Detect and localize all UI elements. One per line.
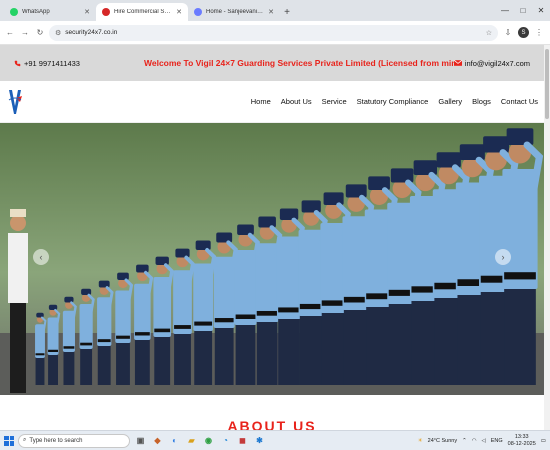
tab-whatsapp[interactable]: WhatsApp ✕: [4, 3, 96, 21]
browser-tab-strip: WhatsApp ✕ Hire Commercial Security Guar…: [0, 0, 550, 21]
notifications-icon[interactable]: ▭: [541, 438, 546, 444]
nav-service[interactable]: Service: [322, 97, 347, 106]
tab-title: Home - Sanjeevani Amrut Medi: [206, 9, 264, 15]
company-logo[interactable]: [6, 86, 24, 118]
task-view-icon[interactable]: ▣: [134, 434, 147, 447]
browser-menu-icon[interactable]: ⋮: [532, 26, 546, 40]
copilot-icon[interactable]: ◐: [168, 434, 181, 447]
tab-sanjeevani[interactable]: Home - Sanjeevani Amrut Medi ✕: [188, 3, 280, 21]
nav-gallery[interactable]: Gallery: [438, 97, 462, 106]
reload-button[interactable]: ↻: [34, 26, 46, 40]
nav-contact-us[interactable]: Contact Us: [501, 97, 538, 106]
site-info-icon[interactable]: ⚙: [55, 29, 61, 37]
tab-title: WhatsApp: [22, 9, 50, 15]
window-controls: — □ ✕: [496, 0, 550, 21]
mail-icon: [453, 60, 462, 66]
welcome-marquee: Welcome To Vigil 24×7 Guarding Services …: [144, 58, 454, 68]
whatsapp-icon: [10, 8, 18, 16]
downloads-icon[interactable]: ⇩: [501, 26, 515, 40]
nav-statutory-compliance[interactable]: Statutory Compliance: [357, 97, 429, 106]
address-bar: ← → ↻ ⚙ security24x7.co.in ☆ ⇩ S ⋮: [0, 21, 550, 45]
widgets-icon[interactable]: ◆: [151, 434, 164, 447]
search-icon: ⌕: [23, 437, 27, 443]
phone-contact[interactable]: +91 9971411433: [14, 59, 124, 68]
nav-about-us[interactable]: About Us: [281, 97, 312, 106]
chrome-icon[interactable]: ◉: [202, 434, 215, 447]
slider-next-button[interactable]: ›: [495, 249, 511, 265]
officer-figure: [8, 209, 28, 393]
page-scrollbar[interactable]: [544, 45, 550, 430]
system-tray: ☀ 24°C Sunny ⌃ ◠ ◁ ENG 13:33 08-12-2025 …: [418, 434, 546, 448]
app-icon[interactable]: ◼: [236, 434, 249, 447]
close-window-button[interactable]: ✕: [532, 0, 550, 21]
vscode-icon[interactable]: ✱: [253, 434, 266, 447]
new-tab-button[interactable]: +: [280, 3, 294, 21]
network-icon[interactable]: ◠: [472, 438, 477, 444]
minimize-button[interactable]: —: [496, 0, 514, 21]
tab-security-guard[interactable]: Hire Commercial Security Guard ✕: [96, 3, 188, 21]
slider-prev-button[interactable]: ‹: [33, 249, 49, 265]
maximize-button[interactable]: □: [514, 0, 532, 21]
url-input[interactable]: ⚙ security24x7.co.in ☆: [49, 24, 498, 41]
back-button[interactable]: ←: [4, 26, 16, 40]
nav-blogs[interactable]: Blogs: [472, 97, 491, 106]
phone-number[interactable]: +91 9971411433: [24, 59, 80, 68]
nav-home[interactable]: Home: [251, 97, 271, 106]
clock-time: 13:33: [514, 433, 529, 440]
windows-taskbar: ⌕ Type here to search ▣ ◆ ◐ ▰ ◉ ◔ ◼ ✱ ☀ …: [0, 430, 550, 450]
weather-text[interactable]: 24°C Sunny: [428, 438, 457, 444]
email-address[interactable]: info@vigil24x7.com: [465, 59, 530, 68]
top-info-strip: +91 9971411433 Welcome To Vigil 24×7 Gua…: [0, 45, 544, 81]
scrollbar-thumb[interactable]: [545, 49, 549, 119]
clock[interactable]: 13:33 08-12-2025: [508, 434, 536, 448]
phone-icon: [14, 60, 21, 66]
close-tab-icon[interactable]: ✕: [176, 8, 182, 16]
weather-icon: ☀: [417, 437, 423, 444]
close-tab-icon[interactable]: ✕: [268, 8, 274, 16]
web-page: +91 9971411433 Welcome To Vigil 24×7 Gua…: [0, 45, 544, 430]
file-explorer-icon[interactable]: ▰: [185, 434, 198, 447]
url-text[interactable]: security24x7.co.in: [65, 29, 481, 36]
site-favicon-icon: [102, 8, 110, 16]
taskbar-search-input[interactable]: ⌕ Type here to search: [18, 433, 130, 448]
main-menu: Home About Us Service Statutory Complian…: [251, 97, 538, 106]
tab-title: Hire Commercial Security Guard: [114, 9, 172, 15]
close-tab-icon[interactable]: ✕: [84, 8, 90, 16]
search-placeholder: Type here to search: [29, 437, 83, 444]
site-navbar: Home About Us Service Statutory Complian…: [0, 81, 544, 123]
windows-start-icon[interactable]: [4, 435, 14, 446]
hero-slider: ‹ ›: [0, 123, 544, 395]
profile-avatar[interactable]: S: [518, 27, 529, 38]
email-contact[interactable]: info@vigil24x7.com: [453, 59, 530, 68]
guards-saluting-photo: [0, 123, 544, 395]
edge-icon[interactable]: ◔: [219, 434, 232, 447]
about-us-heading: ABOUT US: [227, 418, 317, 430]
clock-date: 08-12-2025: [507, 440, 536, 447]
forward-button[interactable]: →: [19, 26, 31, 40]
language-indicator[interactable]: ENG: [491, 438, 503, 444]
tray-arrow-icon[interactable]: ⌃: [462, 438, 467, 444]
site-favicon-icon: [194, 8, 202, 16]
bookmark-star-icon[interactable]: ☆: [486, 29, 492, 37]
volume-icon[interactable]: ◁: [482, 438, 486, 444]
